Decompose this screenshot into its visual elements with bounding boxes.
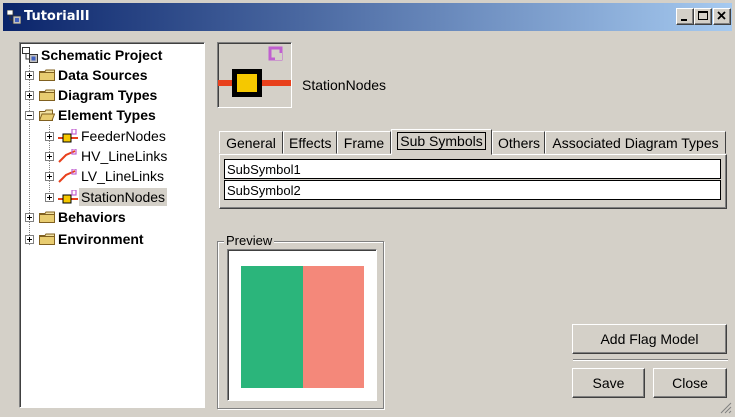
tree-item-label: Diagram Types: [58, 87, 158, 103]
resize-grip-icon[interactable]: [720, 402, 732, 414]
link-symbol-icon: [58, 149, 77, 163]
folder-icon: [39, 89, 55, 101]
folder-open-icon: [39, 109, 55, 121]
tree-item-label: FeederNodes: [81, 128, 166, 144]
tree-item-lv-linelinks[interactable]: LV_LineLinks: [20, 167, 200, 185]
list-item[interactable]: SubSymbol2: [224, 180, 721, 200]
element-name: StationNodes: [302, 77, 387, 93]
expand-icon[interactable]: [45, 132, 54, 141]
window-title: TutorialII: [24, 9, 90, 24]
folder-icon: [39, 233, 55, 245]
tree-item-environment[interactable]: Environment: [20, 230, 200, 248]
close-window-button[interactable]: [713, 8, 731, 25]
tree-item-stationnodes[interactable]: StationNodes: [20, 188, 200, 206]
tab-associated-diagram-types[interactable]: Associated Diagram Types: [545, 131, 726, 154]
tab-label: General: [226, 135, 276, 151]
maximize-icon: [698, 11, 708, 20]
expand-icon[interactable]: [25, 235, 34, 244]
tab-label: Others: [498, 135, 541, 151]
preview-swatch-left: [241, 266, 303, 388]
tree-item-label: Element Types: [58, 107, 156, 123]
folder-icon: [39, 211, 55, 223]
app-window: TutorialII Schematic Project Data Source…: [0, 0, 735, 417]
tab-sub-symbols[interactable]: Sub Symbols: [391, 129, 492, 155]
sub-symbols-panel: SubSymbol1 SubSymbol2: [219, 154, 727, 209]
tree-item-data-sources[interactable]: Data Sources: [20, 66, 200, 84]
button-separator: [573, 359, 728, 361]
element-symbol-preview: [217, 42, 292, 108]
folder-icon: [39, 69, 55, 81]
tab-label: Effects: [289, 135, 332, 151]
tree-item-label: StationNodes: [79, 188, 168, 206]
preview-canvas: [227, 249, 377, 401]
tree-item-label: Environment: [58, 231, 144, 247]
node-symbol-icon: [58, 129, 78, 143]
list-item[interactable]: SubSymbol1: [224, 159, 721, 179]
save-button[interactable]: Save: [572, 368, 645, 398]
tab-general[interactable]: General: [219, 131, 283, 154]
tab-others[interactable]: Others: [492, 131, 545, 154]
app-icon: [7, 10, 21, 24]
tab-frame[interactable]: Frame: [337, 131, 391, 154]
add-flag-model-button[interactable]: Add Flag Model: [572, 324, 727, 354]
close-icon: [717, 11, 726, 20]
tree-item-element-types[interactable]: Element Types: [20, 106, 200, 124]
tree-root-label: Schematic Project: [41, 47, 163, 63]
title-bar: TutorialII: [3, 3, 732, 31]
project-tree[interactable]: Schematic Project Data Sources Diagram T…: [19, 42, 205, 408]
tree-item-label: LV_LineLinks: [81, 168, 165, 184]
tree-item-label: Behaviors: [58, 209, 126, 225]
expand-icon[interactable]: [25, 71, 34, 80]
tree-item-feedernodes[interactable]: FeederNodes: [20, 127, 200, 145]
expand-icon[interactable]: [45, 152, 54, 161]
tree-item-diagram-types[interactable]: Diagram Types: [20, 86, 200, 104]
link-symbol-icon: [58, 169, 77, 183]
tab-label: Sub Symbols: [397, 132, 486, 150]
station-node-symbol-icon: [218, 46, 291, 97]
tree-item-behaviors[interactable]: Behaviors: [20, 208, 200, 226]
node-symbol-icon: [58, 190, 78, 204]
tree-item-label: HV_LineLinks: [81, 148, 168, 164]
expand-icon[interactable]: [45, 172, 54, 181]
project-icon: [22, 47, 38, 63]
preview-label: Preview: [224, 233, 275, 248]
preview-swatch-right: [303, 266, 364, 388]
expand-icon[interactable]: [25, 91, 34, 100]
collapse-icon[interactable]: [25, 111, 34, 120]
tab-effects[interactable]: Effects: [283, 131, 337, 154]
minimize-icon: [681, 19, 687, 21]
maximize-button[interactable]: [694, 8, 712, 25]
minimize-button[interactable]: [676, 8, 694, 25]
expand-icon[interactable]: [25, 213, 34, 222]
tab-label: Frame: [343, 135, 385, 151]
tree-item-label: Data Sources: [58, 67, 148, 83]
tree-item-hv-linelinks[interactable]: HV_LineLinks: [20, 147, 200, 165]
tab-label: Associated Diagram Types: [552, 135, 719, 151]
close-button[interactable]: Close: [653, 368, 727, 398]
expand-icon[interactable]: [45, 193, 54, 202]
